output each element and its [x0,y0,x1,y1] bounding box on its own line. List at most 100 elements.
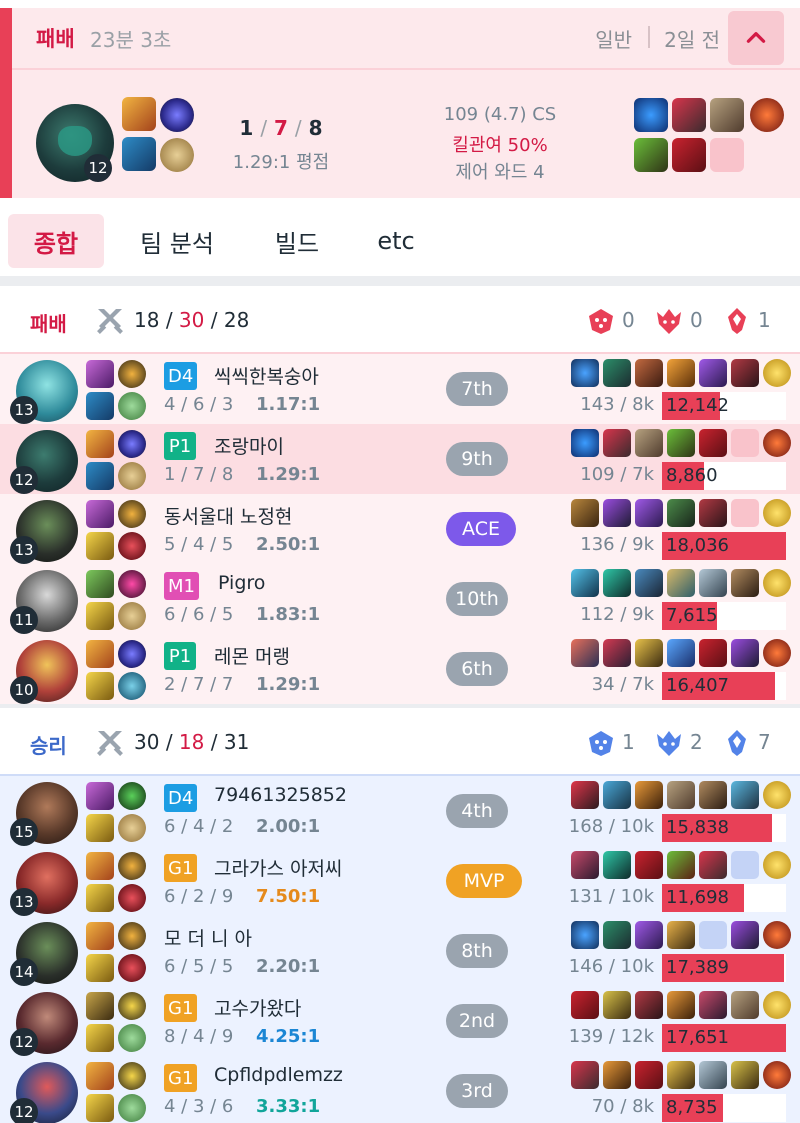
item-icon[interactable] [635,499,663,527]
item-icon[interactable] [571,639,599,667]
item-icon[interactable] [699,429,727,457]
rune-icon[interactable] [118,992,146,1020]
item-icon[interactable] [635,921,663,949]
item-icon[interactable] [672,138,706,172]
item-icon[interactable] [603,851,631,879]
player-row[interactable]: 14 모 더 니 아 6 / 5 / 5 2.20:1 8th 146 / 10… [0,916,800,986]
player-row[interactable]: 13 동서울대 노정현 5 / 4 / 5 2.50:1 ACE 136 / 9… [0,494,800,564]
item-icon[interactable] [667,991,695,1019]
item-icon[interactable] [603,781,631,809]
item-icon[interactable] [571,429,599,457]
item-icon[interactable] [731,781,759,809]
summoner-spell-icon[interactable] [86,884,114,912]
item-icon[interactable] [635,991,663,1019]
trinket-icon[interactable] [763,781,791,809]
item-icon[interactable] [635,639,663,667]
rune-icon[interactable] [118,532,146,560]
item-icon[interactable] [571,1061,599,1089]
rune-icon[interactable] [118,782,146,810]
secondary-rune-icon[interactable] [160,138,194,172]
trinket-icon[interactable] [763,639,791,667]
item-icon[interactable] [571,921,599,949]
item-icon[interactable] [603,359,631,387]
item-icon[interactable] [699,569,727,597]
item-icon[interactable] [667,499,695,527]
player-row[interactable]: 15 D4 79461325852 6 / 4 / 2 2.00:1 4th 1… [0,776,800,846]
item-icon[interactable] [571,781,599,809]
item-icon[interactable] [603,429,631,457]
summoner-spell-icon[interactable] [86,852,114,880]
summoner-spell-icon[interactable] [86,954,114,982]
item-icon[interactable] [603,991,631,1019]
summoner-spell-icon[interactable] [86,462,114,490]
item-icon[interactable] [667,921,695,949]
item-icon[interactable] [731,639,759,667]
player-row[interactable]: 12 G1 Cpfldpdlemzz 4 / 3 / 6 3.33:1 3rd … [0,1056,800,1123]
item-icon[interactable] [731,1061,759,1089]
summoner-name[interactable]: Cpfldpdlemzz [214,1064,343,1086]
rune-icon[interactable] [118,430,146,458]
item-icon[interactable] [571,991,599,1019]
item-icon[interactable] [635,569,663,597]
player-row[interactable]: 13 D4 씩씩한복숭아 4 / 6 / 3 1.17:1 7th 143 / … [0,354,800,424]
item-icon[interactable] [731,569,759,597]
summoner-spell-flash-icon[interactable] [122,137,156,171]
rune-icon[interactable] [118,954,146,982]
summoner-name[interactable]: 씩씩한복숭아 [214,362,319,389]
item-icon[interactable] [667,639,695,667]
item-icon[interactable] [731,359,759,387]
primary-rune-icon[interactable] [160,98,194,132]
tab-etc[interactable]: etc [360,214,432,268]
trinket-icon[interactable] [763,569,791,597]
item-icon[interactable] [603,921,631,949]
rune-icon[interactable] [118,462,146,490]
trinket-icon[interactable] [763,359,791,387]
tab-build[interactable]: 빌드 [256,214,338,268]
player-row[interactable]: 10 P1 레몬 머랭 2 / 7 / 7 1.29:1 6th 34 / 7k… [0,634,800,704]
summoner-spell-icon[interactable] [86,922,114,950]
summoner-spell-icon[interactable] [86,360,114,388]
rune-icon[interactable] [118,1094,146,1122]
summoner-spell-icon[interactable] [86,672,114,700]
rune-icon[interactable] [118,570,146,598]
item-icon[interactable] [699,991,727,1019]
summoner-spell-icon[interactable] [86,640,114,668]
player-row[interactable]: 13 G1 그라가스 아저씨 6 / 2 / 9 7.50:1 MVP 131 … [0,846,800,916]
item-icon[interactable] [667,1061,695,1089]
item-icon[interactable] [635,429,663,457]
item-icon[interactable] [603,569,631,597]
collapse-button[interactable] [728,11,784,65]
item-icon[interactable] [634,98,668,132]
summoner-spell-icon[interactable] [86,570,114,598]
item-icon[interactable] [635,359,663,387]
summoner-spell-icon[interactable] [86,814,114,842]
summoner-spell-icon[interactable] [86,1024,114,1052]
rune-icon[interactable] [118,884,146,912]
item-icon[interactable] [571,359,599,387]
rune-icon[interactable] [118,640,146,668]
item-icon[interactable] [634,138,668,172]
summoner-spell-icon[interactable] [86,992,114,1020]
item-icon[interactable] [603,1061,631,1089]
item-icon[interactable] [699,359,727,387]
trinket-icon[interactable] [763,499,791,527]
summoner-spell-icon[interactable] [86,430,114,458]
item-icon[interactable] [731,921,759,949]
item-icon[interactable] [731,991,759,1019]
rune-icon[interactable] [118,1062,146,1090]
summoner-spell-icon[interactable] [86,782,114,810]
trinket-icon[interactable] [763,991,791,1019]
rune-icon[interactable] [118,672,146,700]
rune-icon[interactable] [118,852,146,880]
summoner-spell-icon[interactable] [86,1094,114,1122]
item-icon[interactable] [571,851,599,879]
player-row-current[interactable]: 12 P1 조랑마이 1 / 7 / 8 1.29:1 9th 109 / 7k… [0,424,800,494]
item-icon[interactable] [635,1061,663,1089]
rune-icon[interactable] [118,500,146,528]
rune-icon[interactable] [118,1024,146,1052]
rune-icon[interactable] [118,392,146,420]
item-icon[interactable] [699,781,727,809]
item-icon[interactable] [635,781,663,809]
summoner-spell-icon[interactable] [86,392,114,420]
item-icon[interactable] [699,639,727,667]
